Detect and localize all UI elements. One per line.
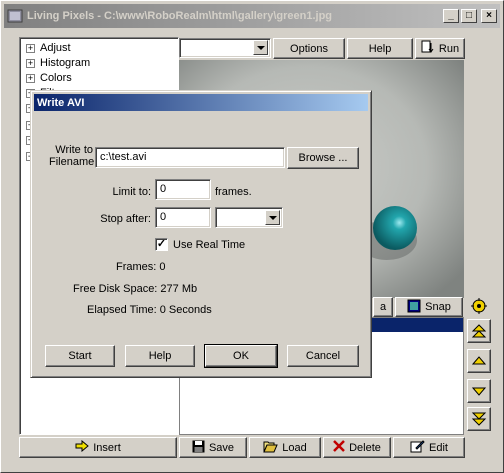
move-down-button[interactable] bbox=[467, 379, 491, 403]
tree-item-label: Adjust bbox=[40, 42, 71, 54]
stop-after-label: Stop after: bbox=[100, 213, 151, 225]
insert-button-label: Insert bbox=[93, 441, 121, 454]
arrow-right-icon bbox=[75, 439, 90, 455]
elapsed-time-stat: Elapsed Time: 0 Seconds bbox=[87, 304, 212, 316]
run-button-label: Run bbox=[438, 42, 460, 55]
app-icon bbox=[7, 8, 23, 24]
dialog-title: Write AVI bbox=[37, 96, 85, 109]
up-icon bbox=[471, 356, 487, 365]
main-titlebar[interactable]: Living Pixels - C:\www\RoboRealm\html\ga… bbox=[4, 4, 500, 28]
edit-button-label: Edit bbox=[429, 441, 448, 454]
save-button-label: Save bbox=[208, 441, 235, 454]
floppy-icon bbox=[192, 440, 205, 456]
write-avi-dialog: Write AVI Write to Filename: c:\test.avi… bbox=[30, 90, 372, 378]
start-button-label: Start bbox=[68, 350, 92, 362]
snap-button[interactable]: Snap bbox=[395, 297, 463, 317]
cancel-button-label: Cancel bbox=[305, 350, 341, 362]
minimize-button[interactable]: _ bbox=[443, 9, 459, 23]
filename-input[interactable]: c:\test.avi bbox=[95, 147, 285, 168]
close-button[interactable]: × bbox=[481, 9, 497, 23]
write-to-label-line2: Filename: bbox=[49, 156, 98, 168]
stop-after-input[interactable]: 0 bbox=[155, 207, 211, 228]
partial-button[interactable]: a bbox=[373, 297, 393, 317]
options-button[interactable]: Options bbox=[273, 38, 345, 59]
dialog-titlebar[interactable]: Write AVI bbox=[34, 94, 368, 111]
combo-dropdown-button[interactable] bbox=[253, 40, 268, 55]
stop-after-unit-select[interactable] bbox=[215, 207, 283, 228]
snap-icon bbox=[407, 299, 421, 316]
tree-item-label: Colors bbox=[40, 72, 72, 84]
save-button[interactable]: Save bbox=[179, 437, 247, 458]
edit-icon bbox=[410, 439, 425, 456]
delete-button[interactable]: Delete bbox=[323, 437, 391, 458]
filename-value: c:\test.avi bbox=[100, 151, 147, 163]
filter-combo[interactable] bbox=[179, 38, 271, 58]
double-down-icon bbox=[471, 412, 487, 426]
use-real-time-checkbox[interactable]: ✓ bbox=[155, 238, 168, 251]
delete-x-icon bbox=[333, 440, 345, 455]
dialog-help-button-label: Help bbox=[148, 350, 172, 362]
crosshair-icon bbox=[471, 298, 487, 314]
browse-button[interactable]: Browse ... bbox=[287, 147, 359, 169]
limit-frames-input[interactable]: 0 bbox=[155, 179, 211, 200]
double-up-icon bbox=[471, 324, 487, 338]
limit-frames-value: 0 bbox=[160, 183, 167, 195]
chevron-down-icon bbox=[256, 45, 265, 50]
maximize-button[interactable]: □ bbox=[461, 9, 477, 23]
write-to-label: Write to Filename: bbox=[49, 144, 97, 168]
browse-button-label: Browse ... bbox=[298, 152, 348, 164]
main-window-title: Living Pixels - C:\www\RoboRealm\html\ga… bbox=[27, 10, 333, 22]
limit-to-label: Limit to: bbox=[112, 186, 151, 198]
down-icon bbox=[471, 387, 487, 396]
tree-item-label: Histogram bbox=[40, 57, 91, 69]
snap-button-label: Snap bbox=[425, 301, 451, 313]
insert-button[interactable]: Insert bbox=[19, 437, 177, 458]
dialog-help-button[interactable]: Help bbox=[125, 345, 195, 367]
load-button[interactable]: Load bbox=[249, 437, 321, 458]
help-button[interactable]: Help bbox=[347, 38, 413, 59]
expand-icon[interactable]: + bbox=[26, 73, 35, 83]
target-button[interactable] bbox=[469, 296, 489, 316]
chevron-down-icon bbox=[268, 215, 277, 220]
expand-icon[interactable]: + bbox=[26, 58, 35, 68]
partial-button-label: a bbox=[379, 301, 387, 313]
folder-open-icon bbox=[263, 440, 279, 456]
delete-button-label: Delete bbox=[349, 441, 381, 454]
move-top-button[interactable] bbox=[467, 319, 491, 343]
cancel-button[interactable]: Cancel bbox=[287, 345, 359, 367]
load-button-label: Load bbox=[282, 441, 307, 454]
options-button-label: Options bbox=[290, 42, 328, 55]
unit-dropdown-button[interactable] bbox=[265, 210, 280, 225]
run-button[interactable]: Run bbox=[415, 38, 465, 59]
move-up-button[interactable] bbox=[467, 349, 491, 373]
free-disk-stat: Free Disk Space: 277 Mb bbox=[73, 283, 198, 295]
tree-item-adjust[interactable]: + Adjust bbox=[26, 41, 71, 55]
ok-button-label: OK bbox=[233, 350, 249, 362]
tree-item-colors[interactable]: + Colors bbox=[26, 71, 72, 85]
check-icon: ✓ bbox=[156, 238, 167, 250]
tree-item-histogram[interactable]: + Histogram bbox=[26, 56, 90, 70]
frames-stat: Frames: 0 bbox=[116, 261, 166, 273]
start-button[interactable]: Start bbox=[45, 345, 115, 367]
frames-unit-label: frames. bbox=[215, 186, 252, 198]
edit-button[interactable]: Edit bbox=[393, 437, 465, 458]
run-icon bbox=[421, 40, 435, 57]
stop-after-value: 0 bbox=[160, 211, 167, 223]
use-real-time-label[interactable]: Use Real Time bbox=[173, 239, 245, 251]
move-bottom-button[interactable] bbox=[467, 407, 491, 431]
ok-button[interactable]: OK bbox=[204, 344, 278, 368]
help-button-label: Help bbox=[368, 42, 392, 55]
write-to-label-line1: Write to bbox=[55, 144, 93, 156]
expand-icon[interactable]: + bbox=[26, 43, 35, 53]
